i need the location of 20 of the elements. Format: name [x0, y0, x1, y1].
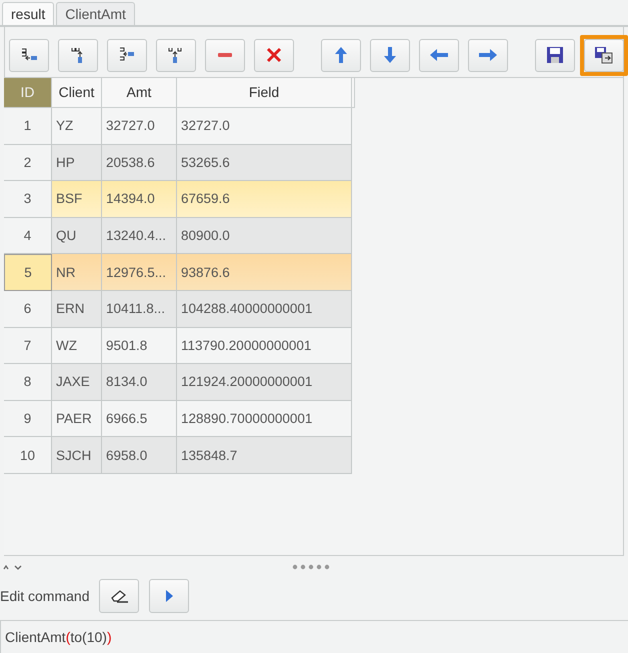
row-number: 8 [4, 364, 52, 401]
row-number: 5 [4, 254, 52, 291]
row-number: 3 [4, 181, 52, 218]
table-cell: SJCH [52, 437, 102, 474]
column-header[interactable]: Field [177, 78, 352, 108]
table-cell: 6958.0 [102, 437, 177, 474]
column-header[interactable]: Amt [102, 78, 177, 108]
column-header[interactable]: Client [52, 78, 102, 108]
row-number: 6 [4, 290, 52, 328]
row-number: 4 [4, 218, 52, 254]
tab[interactable]: ClientAmt [56, 2, 135, 25]
tab[interactable]: result [2, 2, 54, 25]
row-number: 10 [4, 437, 52, 474]
edit-command-label: Edit command [0, 588, 90, 604]
command-input[interactable]: ClientAmt(to(10)) [0, 620, 628, 653]
row-number: 2 [4, 144, 52, 182]
table-cell: 135848.7 [177, 437, 352, 474]
row-number: 7 [4, 328, 52, 364]
row-number: 1 [4, 108, 52, 145]
row-number: 9 [4, 400, 52, 438]
